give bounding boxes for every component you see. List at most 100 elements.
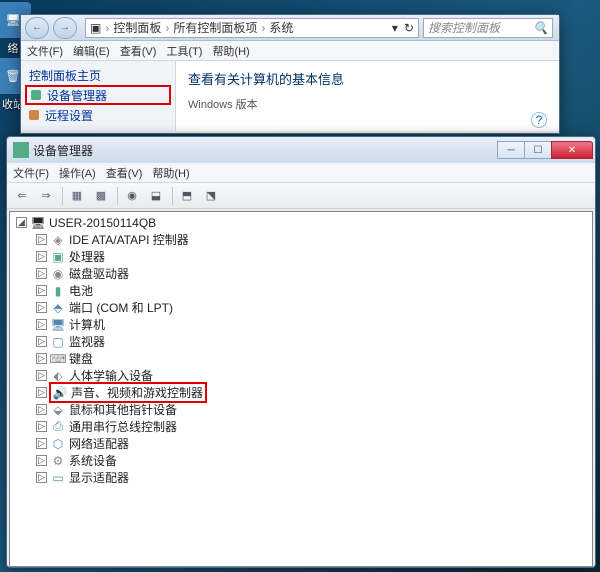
expand-icon[interactable]: ▷ xyxy=(36,234,47,245)
menu-file[interactable]: 文件(F) xyxy=(13,165,49,181)
device-icon: ⬡ xyxy=(51,437,65,451)
device-label: 系统设备 xyxy=(69,452,117,469)
sidebar-remote[interactable]: 远程设置 xyxy=(21,105,175,125)
expand-icon[interactable]: ▷ xyxy=(36,251,47,262)
device-label: 显示适配器 xyxy=(69,469,129,486)
tree-item[interactable]: ▷▮电池 xyxy=(10,282,592,299)
shield-icon xyxy=(29,110,39,120)
menu-action[interactable]: 操作(A) xyxy=(59,165,96,181)
tree-root[interactable]: ◢ 🖥 USER-20150114QB xyxy=(10,214,592,231)
tree-item[interactable]: ▷🔊声音、视频和游戏控制器 xyxy=(10,384,592,401)
cp-sidebar: 控制面板主页 设备管理器 远程设置 xyxy=(21,61,176,131)
close-button[interactable]: ✕ xyxy=(551,141,593,159)
tree-item[interactable]: ▷🖥计算机 xyxy=(10,316,592,333)
device-icon: ⌨ xyxy=(51,352,65,366)
device-icon: ⚙ xyxy=(51,454,65,468)
device-icon: 🖥 xyxy=(51,318,65,332)
expand-icon[interactable]: ▷ xyxy=(36,421,47,432)
search-input[interactable]: 搜索控制面板 🔍 xyxy=(423,18,553,38)
device-tree[interactable]: ◢ 🖥 USER-20150114QB ▷◈IDE ATA/ATAPI 控制器▷… xyxy=(9,211,593,567)
sidebar-home[interactable]: 控制面板主页 xyxy=(21,65,175,85)
expand-icon[interactable]: ▷ xyxy=(36,438,47,449)
expand-icon[interactable]: ▷ xyxy=(36,353,47,364)
dm-toolbar: ⇐ ⇒ ▦ ▩ ◉ ⬓ ⬒ ⬔ xyxy=(7,183,595,209)
device-manager-window: 设备管理器 ─ ☐ ✕ 文件(F) 操作(A) 查看(V) 帮助(H) ⇐ ⇒ … xyxy=(6,136,596,568)
menu-view[interactable]: 查看(V) xyxy=(106,165,143,181)
cp-menubar: 文件(F) 编辑(E) 查看(V) 工具(T) 帮助(H) xyxy=(21,41,559,61)
device-icon: ◈ xyxy=(51,233,65,247)
device-label: IDE ATA/ATAPI 控制器 xyxy=(69,231,189,248)
expand-icon[interactable]: ▷ xyxy=(36,455,47,466)
device-label: 监视器 xyxy=(69,333,105,350)
root-label: USER-20150114QB xyxy=(49,216,156,230)
tree-item[interactable]: ▷◉磁盘驱动器 xyxy=(10,265,592,282)
toolbar-button[interactable]: ▩ xyxy=(90,186,112,206)
sidebar-device-manager[interactable]: 设备管理器 xyxy=(25,85,171,105)
breadcrumb-icon: ▣ xyxy=(90,21,101,35)
expand-icon[interactable]: ▷ xyxy=(36,404,47,415)
refresh-icon[interactable]: ↻ xyxy=(404,21,414,35)
toolbar-button[interactable]: ▦ xyxy=(66,186,88,206)
app-icon xyxy=(13,142,29,158)
tree-item[interactable]: ▷⎙通用串行总线控制器 xyxy=(10,418,592,435)
cp-content: 查看有关计算机的基本信息 Windows 版本 ? xyxy=(176,61,559,131)
maximize-button[interactable]: ☐ xyxy=(524,141,552,159)
menu-help[interactable]: 帮助(H) xyxy=(212,43,249,59)
menu-view[interactable]: 查看(V) xyxy=(120,43,157,59)
breadcrumb-item[interactable]: 所有控制面板项 xyxy=(173,19,257,36)
tree-item[interactable]: ▷▢监视器 xyxy=(10,333,592,350)
expand-icon[interactable]: ▷ xyxy=(36,285,47,296)
window-title: 设备管理器 xyxy=(33,142,498,159)
help-icon[interactable]: ? xyxy=(531,112,547,128)
device-icon: ⬙ xyxy=(51,403,65,417)
tree-item[interactable]: ▷⬘端口 (COM 和 LPT) xyxy=(10,299,592,316)
device-icon: ▣ xyxy=(51,250,65,264)
dropdown-icon[interactable]: ▾ xyxy=(392,21,398,35)
expand-icon[interactable]: ▷ xyxy=(36,319,47,330)
menu-tools[interactable]: 工具(T) xyxy=(166,43,202,59)
cp-heading: 查看有关计算机的基本信息 xyxy=(188,69,547,88)
cp-section-label: Windows 版本 xyxy=(188,96,547,112)
tree-item[interactable]: ▷ ⬙ 鼠标和其他指针设备 xyxy=(10,401,592,418)
dm-titlebar: 设备管理器 ─ ☐ ✕ xyxy=(7,137,595,163)
device-label: 鼠标和其他指针设备 xyxy=(69,401,177,418)
tree-item[interactable]: ▷ ▣ 处理器 xyxy=(10,248,592,265)
menu-help[interactable]: 帮助(H) xyxy=(152,165,189,181)
expand-icon[interactable]: ▷ xyxy=(36,370,47,381)
device-icon: ◉ xyxy=(51,267,65,281)
address-bar[interactable]: ▣ › 控制面板 › 所有控制面板项 › 系统 ▾ ↻ xyxy=(85,18,419,38)
expand-icon[interactable]: ▷ xyxy=(36,268,47,279)
shield-icon xyxy=(31,90,41,100)
collapse-icon[interactable]: ◢ xyxy=(16,217,27,228)
forward-button[interactable]: ⇒ xyxy=(35,186,57,206)
minimize-button[interactable]: ─ xyxy=(497,141,525,159)
menu-edit[interactable]: 编辑(E) xyxy=(73,43,110,59)
search-placeholder: 搜索控制面板 xyxy=(428,19,500,36)
device-label: 网络适配器 xyxy=(69,435,129,452)
device-icon: ⬘ xyxy=(51,301,65,315)
device-label: 声音、视频和游戏控制器 xyxy=(71,384,203,401)
tree-item[interactable]: ▷⌨键盘 xyxy=(10,350,592,367)
breadcrumb-item[interactable]: 系统 xyxy=(269,19,293,36)
expand-icon[interactable]: ▷ xyxy=(36,336,47,347)
computer-icon: 🖥 xyxy=(31,216,45,230)
nav-back-button[interactable]: ← xyxy=(25,17,49,39)
nav-forward-button[interactable]: → xyxy=(53,17,77,39)
toolbar-button[interactable]: ⬒ xyxy=(176,186,198,206)
device-label: 通用串行总线控制器 xyxy=(69,418,177,435)
menu-file[interactable]: 文件(F) xyxy=(27,43,63,59)
expand-icon[interactable]: ▷ xyxy=(36,387,47,398)
device-icon: ▮ xyxy=(51,284,65,298)
toolbar-button[interactable]: ◉ xyxy=(121,186,143,206)
expand-icon[interactable]: ▷ xyxy=(36,302,47,313)
toolbar-button[interactable]: ⬔ xyxy=(200,186,222,206)
breadcrumb-item[interactable]: 控制面板 xyxy=(113,19,161,36)
tree-item[interactable]: ▷ ⬡ 网络适配器 xyxy=(10,435,592,452)
expand-icon[interactable]: ▷ xyxy=(36,472,47,483)
toolbar-button[interactable]: ⬓ xyxy=(145,186,167,206)
back-button[interactable]: ⇐ xyxy=(11,186,33,206)
device-label: 处理器 xyxy=(69,248,105,265)
tree-item[interactable]: ▷▭显示适配器 xyxy=(10,469,592,486)
tree-item[interactable]: ▷ ◈ IDE ATA/ATAPI 控制器 xyxy=(10,231,592,248)
tree-item[interactable]: ▷ ⚙ 系统设备 xyxy=(10,452,592,469)
